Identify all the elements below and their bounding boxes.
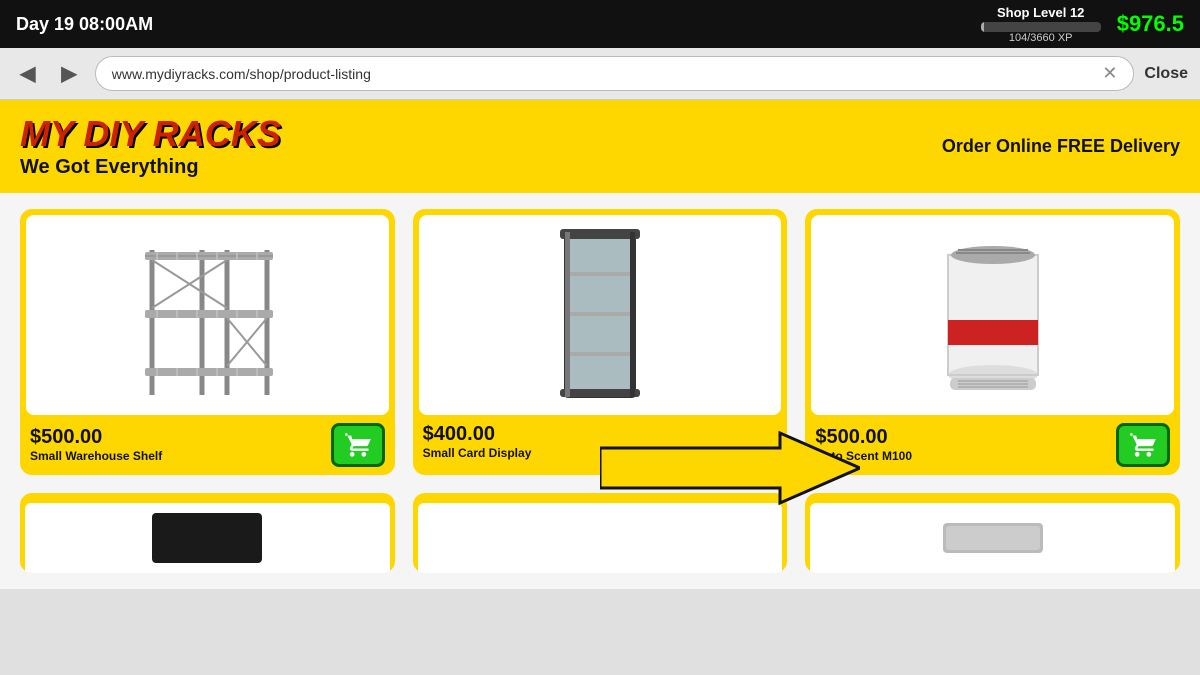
- bottom-image-1: [25, 503, 390, 573]
- free-delivery-label: Order Online FREE Delivery: [942, 136, 1180, 157]
- product-card: $500.00 Small Warehouse Shelf: [20, 209, 395, 475]
- url-text: www.mydiyracks.com/shop/product-listing: [112, 66, 371, 82]
- products-grid: $500.00 Small Warehouse Shelf: [20, 209, 1180, 475]
- money-display: $976.5: [1117, 11, 1184, 37]
- product-card-3: $500.00 Auto Scent M100: [805, 209, 1180, 475]
- bottom-card-2: [413, 493, 788, 573]
- product-footer-1: $500.00 Small Warehouse Shelf: [20, 415, 395, 475]
- xp-bar: [981, 22, 1101, 32]
- grey-surface-icon: [938, 518, 1048, 558]
- bottom-card-3: [805, 493, 1180, 573]
- products-area: $500.00 Small Warehouse Shelf: [0, 193, 1200, 589]
- day-time-display: Day 19 08:00AM: [16, 14, 153, 35]
- top-bar-right: Shop Level 12 104/3660 XP $976.5: [981, 5, 1184, 44]
- freshener-icon: [928, 230, 1058, 400]
- product-image-display: [419, 215, 782, 415]
- products-wrapper: $500.00 Small Warehouse Shelf: [20, 209, 1180, 573]
- product-price-1: $500.00: [30, 426, 162, 449]
- product-info-1: $500.00 Small Warehouse Shelf: [30, 426, 162, 463]
- bottom-card-1: [20, 493, 395, 573]
- xp-bar-fill: [981, 22, 985, 32]
- product-price-2: $400.00: [423, 423, 532, 446]
- store-header: MY DIY RACKS We Got Everything Order Onl…: [0, 100, 1200, 193]
- bottom-products-grid: [20, 493, 1180, 573]
- browser-bar: ◀ ▶ www.mydiyracks.com/shop/product-list…: [0, 48, 1200, 100]
- cart-icon-3: [1129, 431, 1157, 459]
- buy-button-1[interactable]: [331, 423, 385, 467]
- product-name-2: Small Card Display: [423, 446, 532, 460]
- product-footer-3: $500.00 Auto Scent M100: [805, 415, 1180, 475]
- product-image-freshener: [811, 215, 1174, 415]
- top-bar: Day 19 08:00AM Shop Level 12 104/3660 XP…: [0, 0, 1200, 48]
- back-button[interactable]: ◀: [12, 57, 43, 90]
- shelf-icon: [127, 230, 287, 400]
- product-footer-2: $400.00 Small Card Display: [413, 415, 788, 468]
- forward-button[interactable]: ▶: [53, 57, 84, 90]
- shop-level-label: Shop Level 12: [981, 5, 1101, 20]
- display-case-icon: [540, 227, 660, 402]
- product-name-1: Small Warehouse Shelf: [30, 449, 162, 463]
- cart-icon-1: [344, 431, 372, 459]
- bottom-image-3: [810, 503, 1175, 573]
- product-card-2: $400.00 Small Card Display: [413, 209, 788, 475]
- product-info-3: $500.00 Auto Scent M100: [815, 426, 912, 463]
- product-price-3: $500.00: [815, 426, 912, 449]
- shop-level-block: Shop Level 12 104/3660 XP: [981, 5, 1101, 44]
- black-counter-icon: [152, 513, 262, 563]
- url-clear-icon[interactable]: ✕: [1102, 63, 1117, 84]
- close-button[interactable]: Close: [1144, 65, 1188, 83]
- store-title: MY DIY RACKS: [20, 114, 281, 154]
- url-bar[interactable]: www.mydiyracks.com/shop/product-listing …: [95, 56, 1135, 91]
- product-name-3: Auto Scent M100: [815, 449, 912, 463]
- bottom-image-2: [418, 503, 783, 573]
- xp-text: 104/3660 XP: [981, 32, 1101, 44]
- product-info-2: $400.00 Small Card Display: [423, 423, 532, 460]
- buy-button-3[interactable]: [1116, 423, 1170, 467]
- product-image-shelf: [26, 215, 389, 415]
- store-brand: MY DIY RACKS We Got Everything: [20, 114, 281, 179]
- store-subtitle: We Got Everything: [20, 156, 281, 179]
